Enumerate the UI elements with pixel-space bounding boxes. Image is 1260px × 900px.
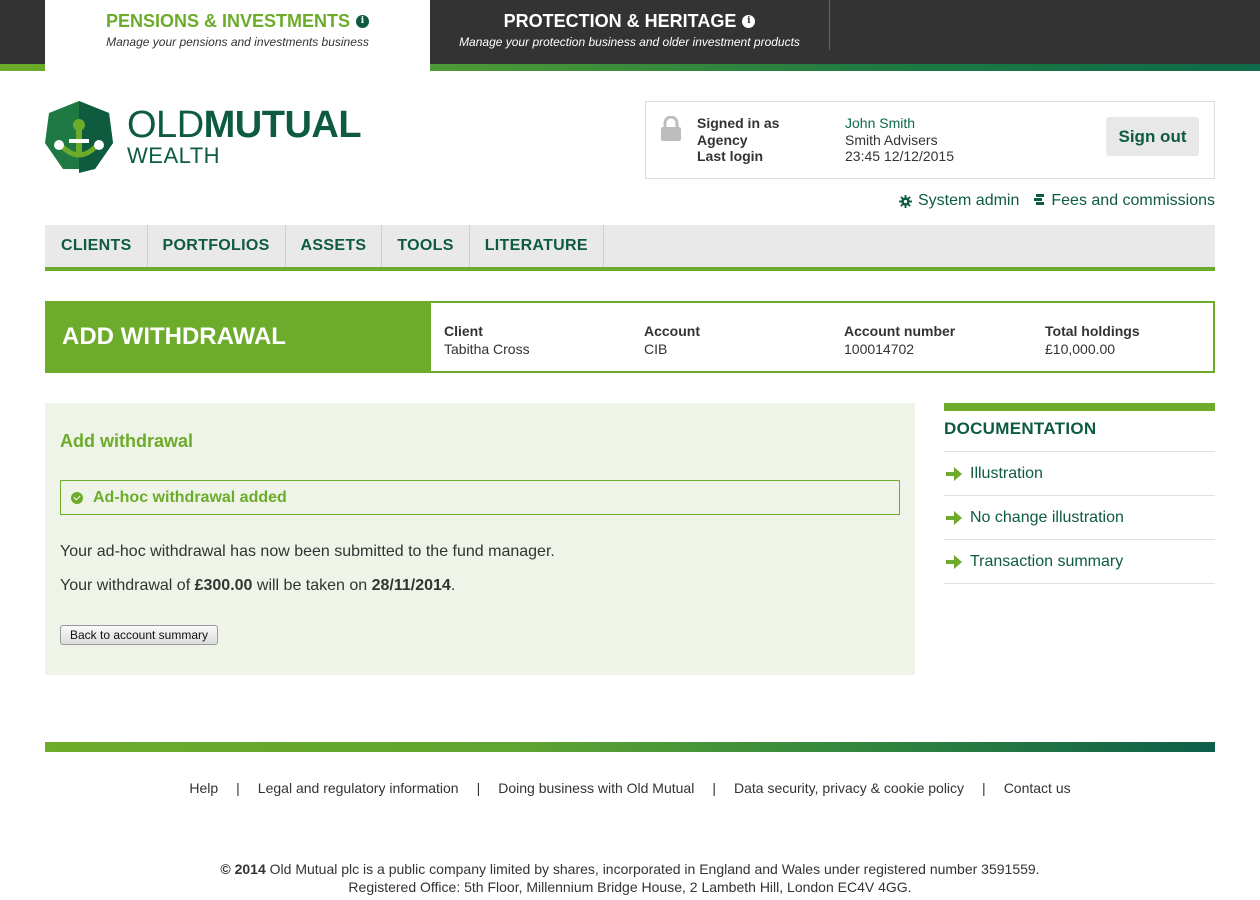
check-circle-icon bbox=[71, 491, 83, 504]
client-label: Client bbox=[444, 323, 483, 339]
footer-link-legal[interactable]: Legal and regulatory information bbox=[258, 780, 459, 796]
nav-item-tools[interactable]: TOOLS bbox=[382, 225, 470, 267]
last-login-value: 23:45 12/12/2015 bbox=[845, 148, 954, 164]
signin-panel: Signed in as Agency Last login John Smit… bbox=[645, 101, 1215, 179]
total-holdings-label: Total holdings bbox=[1045, 323, 1140, 339]
tab-protection-title-text: PROTECTION & HERITAGE bbox=[503, 11, 737, 31]
footer-bar bbox=[45, 742, 1215, 752]
logo-emblem-icon bbox=[45, 101, 113, 173]
fees-commissions-label: Fees and commissions bbox=[1051, 192, 1215, 209]
logo-wordmark: OLDMUTUAL bbox=[127, 104, 362, 146]
nav-item-assets[interactable]: ASSETS bbox=[286, 225, 383, 267]
utility-links: System admin Fees and commissions bbox=[899, 192, 1215, 210]
signed-in-label: Signed in as bbox=[697, 115, 780, 131]
last-login-label: Last login bbox=[697, 148, 764, 164]
footer-link-doing-business[interactable]: Doing business with Old Mutual bbox=[498, 780, 694, 796]
footer-separator: | bbox=[982, 780, 986, 796]
account-number-value: 100014702 bbox=[844, 341, 915, 357]
doc-link-label: Transaction summary bbox=[970, 552, 1124, 570]
info-icon[interactable]: i bbox=[742, 15, 756, 28]
copyright: © 2014 Old Mutual plc is a public compan… bbox=[0, 860, 1260, 896]
success-alert: Ad-hoc withdrawal added bbox=[60, 480, 900, 515]
client-info: Client Tabitha Cross bbox=[444, 322, 530, 358]
doc-link-illustration[interactable]: Illustration bbox=[944, 452, 1215, 496]
user-name-link[interactable]: John Smith bbox=[845, 115, 954, 132]
back-to-account-summary-button[interactable]: Back to account summary bbox=[60, 625, 218, 645]
account-label: Account bbox=[644, 323, 700, 339]
alert-text: Ad-hoc withdrawal added bbox=[93, 488, 287, 506]
copyright-line: © 2014 Old Mutual plc is a public compan… bbox=[220, 861, 1040, 877]
doc-link-transaction-summary[interactable]: Transaction summary bbox=[944, 540, 1215, 584]
signin-labels: Signed in as Agency Last login bbox=[697, 115, 779, 165]
total-holdings-info: Total holdings £10,000.00 bbox=[1045, 322, 1140, 358]
page-title: ADD WITHDRAWAL bbox=[47, 303, 431, 371]
total-holdings-value: £10,000.00 bbox=[1045, 341, 1116, 357]
documentation-title: DOCUMENTATION bbox=[944, 411, 1215, 452]
system-admin-link[interactable]: System admin bbox=[899, 192, 1019, 210]
panel-heading: Add withdrawal bbox=[60, 431, 194, 451]
tab-pensions-title-text: PENSIONS & INVESTMENTS bbox=[105, 11, 351, 31]
footer-links: Help | Legal and regulatory information | Do… bbox=[0, 780, 1260, 796]
submitted-message: Your ad-hoc withdrawal has now been subm… bbox=[60, 543, 555, 560]
nav-item-literature[interactable]: LITERATURE bbox=[470, 225, 604, 267]
tab-pensions-investments[interactable]: PENSIONS & INVESTMENTS i Manage your pen… bbox=[45, 0, 430, 71]
arrow-right-icon bbox=[946, 466, 962, 481]
account-number-info: Account number 100014702 bbox=[844, 322, 955, 358]
doc-link-label: No change illustration bbox=[970, 508, 1124, 526]
withdrawal-details-message: Your withdrawal of £300.00 will be taken… bbox=[60, 577, 456, 594]
footer-link-help[interactable]: Help bbox=[189, 780, 218, 796]
doc-link-no-change-illustration[interactable]: No change illustration bbox=[944, 496, 1215, 540]
account-info: Account CIB bbox=[644, 322, 700, 358]
arrow-right-icon bbox=[946, 510, 962, 525]
arrow-right-icon bbox=[946, 554, 962, 569]
withdrawal-panel: Add withdrawal Ad-hoc withdrawal added Y… bbox=[45, 403, 915, 675]
coins-icon bbox=[1034, 194, 1045, 205]
tab-protection-title: PROTECTION & HERITAGE i bbox=[504, 11, 756, 32]
page-header: ADD WITHDRAWAL Client Tabitha Cross Acco… bbox=[45, 301, 1215, 373]
doc-link-label: Illustration bbox=[970, 464, 1043, 482]
system-admin-label: System admin bbox=[918, 192, 1020, 209]
tab-protection-subtitle: Manage your protection business and olde… bbox=[459, 35, 800, 49]
tab-pensions-subtitle: Manage your pensions and investments bus… bbox=[106, 35, 369, 49]
client-value: Tabitha Cross bbox=[444, 341, 530, 357]
documentation-bar bbox=[944, 403, 1215, 411]
footer-separator: | bbox=[236, 780, 240, 796]
lock-icon bbox=[661, 116, 681, 141]
footer-link-data-security[interactable]: Data security, privacy & cookie policy bbox=[734, 780, 964, 796]
logo-subtitle: WEALTH bbox=[127, 143, 221, 168]
footer-separator: | bbox=[476, 780, 481, 796]
registered-office: Registered Office: 5th Floor, Millennium… bbox=[348, 879, 912, 895]
nav-item-clients[interactable]: CLIENTS bbox=[45, 225, 148, 267]
footer-link-contact[interactable]: Contact us bbox=[1004, 780, 1071, 796]
agency-value: Smith Advisers bbox=[845, 131, 938, 148]
tab-pensions-title: PENSIONS & INVESTMENTS i bbox=[105, 11, 370, 32]
account-number-label: Account number bbox=[844, 323, 956, 339]
main-nav: CLIENTS PORTFOLIOS ASSETS TOOLS LITERATU… bbox=[45, 225, 1215, 271]
signin-values: John Smith Smith Advisers 23:45 12/12/20… bbox=[845, 115, 954, 165]
withdrawal-date: 28/11/2014 bbox=[371, 577, 451, 594]
fees-commissions-link[interactable]: Fees and commissions bbox=[1033, 192, 1215, 210]
info-icon[interactable]: i bbox=[356, 15, 370, 28]
sign-out-button[interactable]: Sign out bbox=[1106, 117, 1199, 156]
agency-label: Agency bbox=[697, 131, 748, 148]
footer-separator: | bbox=[712, 780, 716, 796]
tab-protection-heritage[interactable]: PROTECTION & HERITAGE i Manage your prot… bbox=[430, 0, 830, 50]
documentation-sidebar: DOCUMENTATION Illustration No change ill… bbox=[944, 403, 1215, 584]
gear-icon bbox=[899, 194, 912, 208]
account-value: CIB bbox=[644, 341, 668, 357]
withdrawal-amount: £300.00 bbox=[194, 577, 253, 594]
nav-item-portfolios[interactable]: PORTFOLIOS bbox=[148, 225, 286, 267]
old-mutual-wealth-logo[interactable]: OLDMUTUAL WEALTH bbox=[45, 101, 362, 173]
